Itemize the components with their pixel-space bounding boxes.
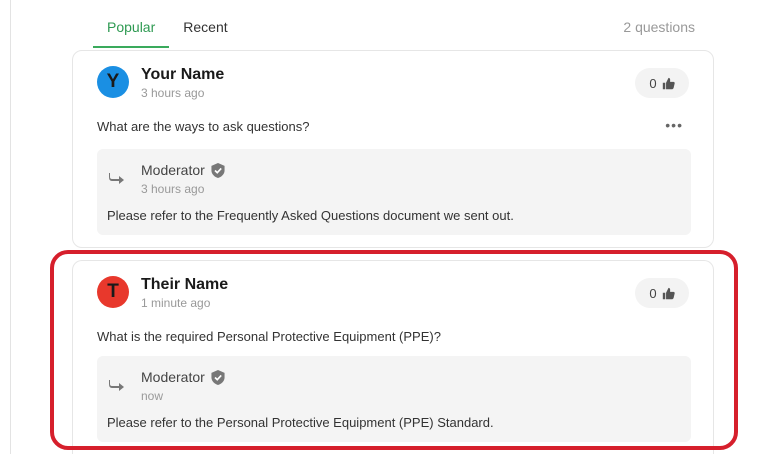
like-button[interactable]: 0 (635, 278, 689, 308)
reply-author: Moderator (141, 369, 225, 385)
thumbs-up-icon (662, 287, 675, 299)
more-options-button[interactable]: ••• (665, 117, 683, 133)
reply-author: Moderator (141, 162, 225, 178)
thumbs-up-icon (662, 77, 675, 89)
shield-check-icon (211, 369, 225, 385)
shield-check-icon (211, 162, 225, 178)
question-card: T Their Name 1 minute ago 0 What is the … (72, 260, 714, 454)
reply-arrow-icon (109, 380, 124, 391)
like-count: 0 (649, 75, 657, 91)
question-text: What are the ways to ask questions? (97, 119, 310, 134)
question-count: 2 questions (623, 19, 695, 35)
reply-text: Please refer to the Frequently Asked Que… (107, 208, 514, 223)
question-timestamp: 1 minute ago (141, 296, 211, 310)
like-count: 0 (649, 285, 657, 301)
tab-popular[interactable]: Popular (93, 0, 170, 48)
question-timestamp: 3 hours ago (141, 86, 205, 100)
avatar: T (97, 276, 129, 308)
reply-text: Please refer to the Personal Protective … (107, 415, 494, 430)
author-name: Their Name (141, 276, 229, 293)
reply-timestamp: 3 hours ago (141, 182, 205, 196)
moderator-reply: Moderator 3 hours ago Please refer to th… (97, 149, 691, 235)
reply-arrow-icon (109, 173, 124, 184)
avatar: Y (97, 66, 129, 98)
tab-bar: Popular Recent (93, 0, 242, 50)
qa-panel: Popular Recent 2 questions Y Your Name 3… (0, 0, 759, 454)
question-text: What is the required Personal Protective… (97, 329, 441, 344)
question-card: Y Your Name 3 hours ago 0 What are the w… (72, 50, 714, 248)
moderator-reply: Moderator now Please refer to the Person… (97, 356, 691, 442)
divider (10, 0, 11, 454)
reply-author-name: Moderator (141, 162, 205, 178)
reply-timestamp: now (141, 389, 164, 403)
tab-recent[interactable]: Recent (169, 0, 241, 48)
reply-author-name: Moderator (141, 369, 205, 385)
author-name: Your Name (141, 66, 225, 83)
like-button[interactable]: 0 (635, 68, 689, 98)
